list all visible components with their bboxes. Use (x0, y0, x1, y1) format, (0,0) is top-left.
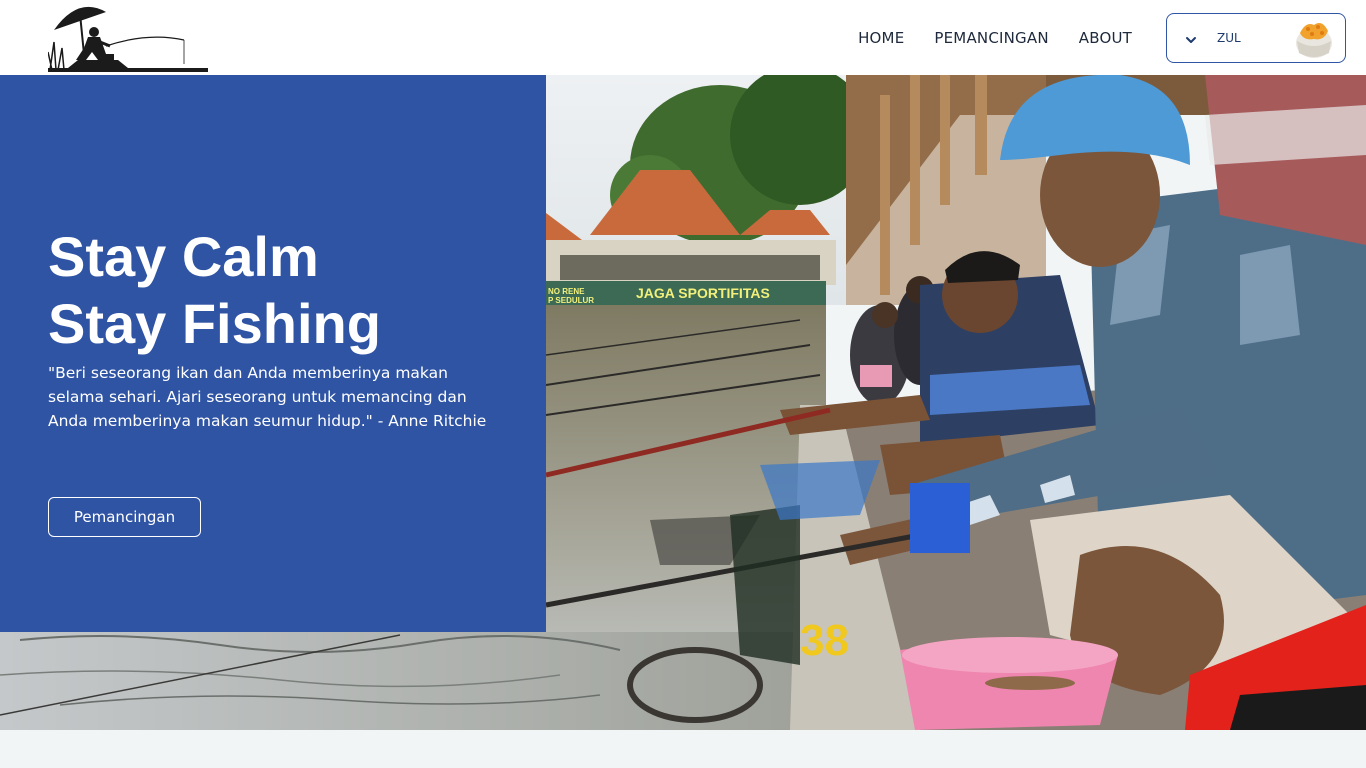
avatar (1296, 23, 1332, 58)
nav-about[interactable]: ABOUT (1079, 29, 1132, 47)
nav-pemancingan[interactable]: PEMANCINGAN (934, 29, 1048, 47)
hero-title-line-1: Stay Calm (48, 225, 319, 288)
pemancingan-button[interactable]: Pemancingan (48, 497, 201, 537)
user-name: ZUL (1217, 31, 1241, 45)
nav-home[interactable]: HOME (858, 29, 904, 47)
hero-title-line-2: Stay Fishing (48, 292, 381, 355)
chevron-down-icon (1186, 37, 1196, 43)
banner-text-left-bottom: P SEDULUR (548, 296, 594, 305)
hero-quote: "Beri seseorang ikan dan Anda memberinya… (48, 364, 487, 430)
stall-number: 38 (800, 616, 849, 665)
main-nav: HOME PEMANCINGAN ABOUT (858, 0, 1132, 75)
navbar: HOME PEMANCINGAN ABOUT ZUL (0, 0, 1366, 75)
user-menu-dropdown[interactable]: ZUL (1166, 13, 1346, 63)
hero-title: Stay Calm Stay Fishing (48, 223, 381, 357)
hero-text-panel: Stay Calm Stay Fishing "Beri seseorang i… (0, 75, 546, 632)
banner-jaga-sportifitas: JAGA SPORTIFITAS (636, 285, 770, 301)
hero-section: JAGA SPORTIFITAS NO RENE P SEDULUR 38 St… (0, 75, 1366, 730)
page-background-strip (0, 730, 1366, 768)
banner-text-left-top: NO RENE (548, 287, 585, 296)
fisherman-logo-icon[interactable] (48, 2, 208, 74)
